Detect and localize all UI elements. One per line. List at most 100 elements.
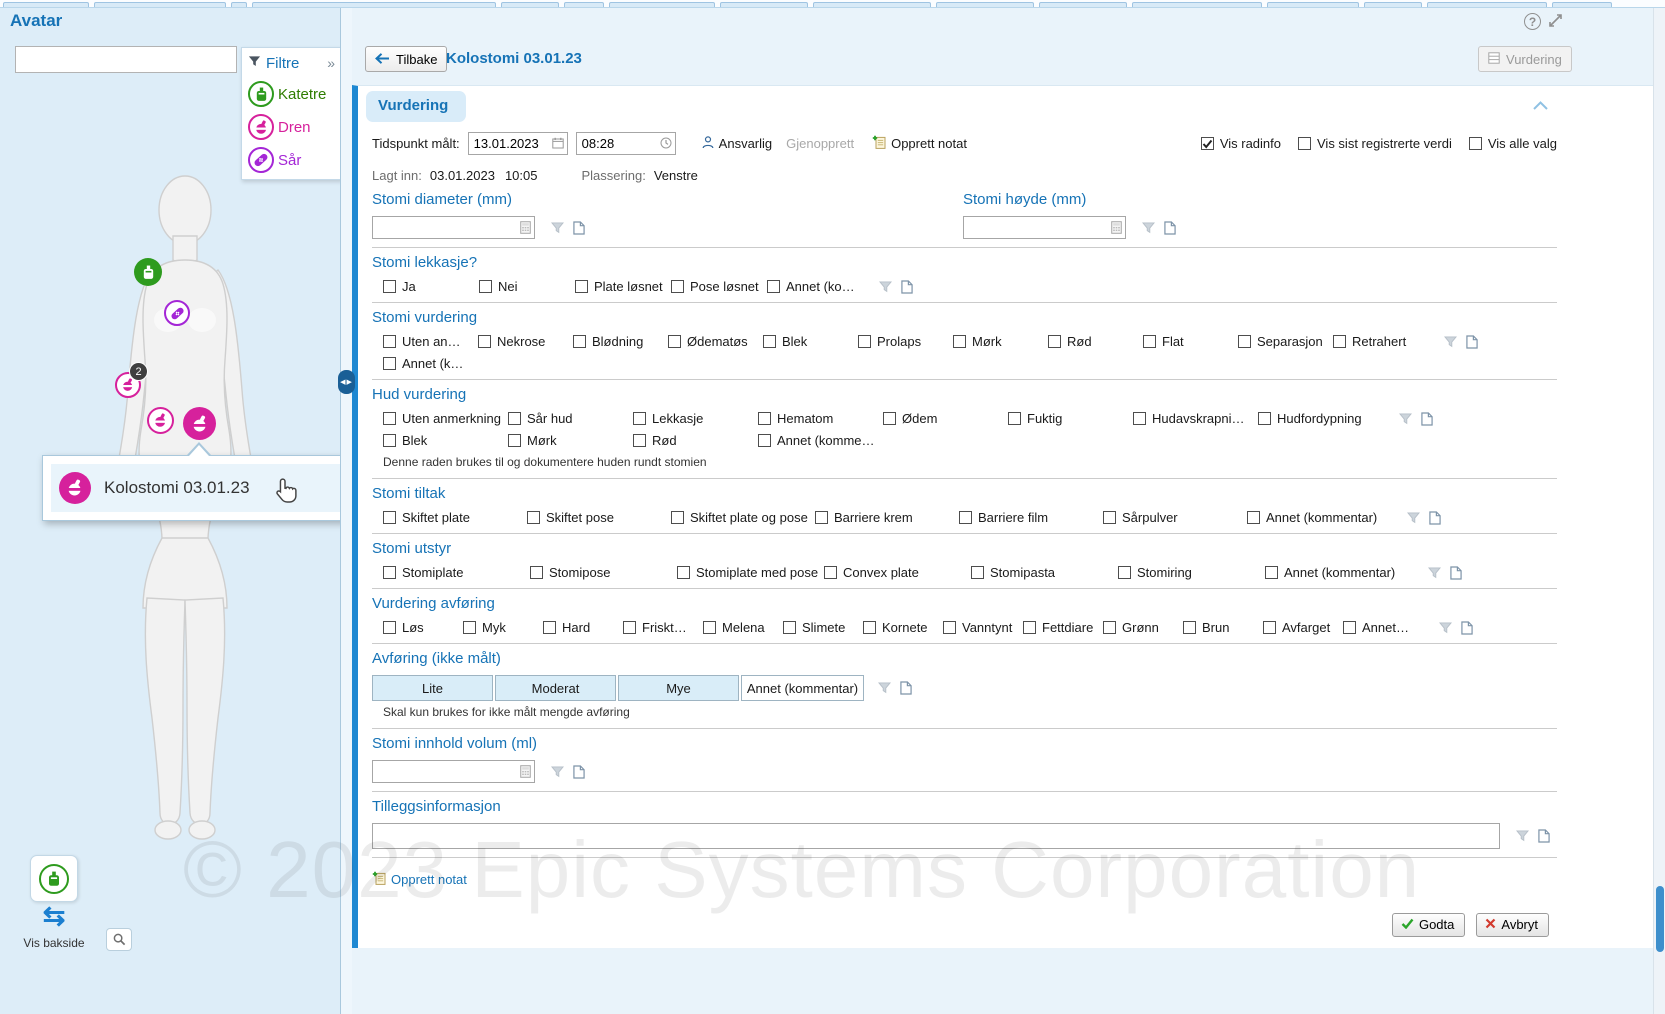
scrollbar-thumb[interactable] — [1656, 886, 1664, 952]
avatar-mode-button[interactable] — [30, 855, 78, 902]
note-icon[interactable] — [1429, 511, 1441, 525]
filter-icon[interactable] — [1142, 222, 1155, 234]
checkbox-option[interactable]: Lekkasje — [633, 411, 758, 426]
zoom-button[interactable] — [106, 928, 132, 951]
back-button[interactable]: Tilbake — [365, 46, 447, 72]
expand-window-icon[interactable] — [1548, 13, 1563, 31]
filter-icon[interactable] — [878, 682, 891, 694]
checkbox-option[interactable]: Hudavskrapni… — [1133, 411, 1258, 426]
filter-item-dren[interactable]: Dren — [248, 114, 341, 140]
flip-body-icon[interactable]: ⇆ — [30, 901, 78, 931]
checkbox-option[interactable]: Myk — [463, 620, 543, 635]
checkbox-option[interactable]: Stomiring — [1118, 565, 1265, 580]
checkbox-option[interactable]: Annet (kommentar) — [1265, 565, 1412, 580]
filter-icon[interactable] — [1444, 336, 1457, 348]
hoyde-input[interactable] — [963, 216, 1126, 239]
checkbox-option[interactable]: Hematom — [758, 411, 883, 426]
checkbox-option[interactable]: Uten anmerkning — [383, 411, 508, 426]
checkbox-option[interactable]: Ja — [383, 279, 479, 294]
checkbox-option[interactable]: Hard — [543, 620, 623, 635]
checkbox-option[interactable]: Vanntynt — [943, 620, 1023, 635]
checkbox-option[interactable]: Løs — [383, 620, 463, 635]
stoma-marker-outline[interactable] — [147, 407, 174, 434]
note-icon[interactable] — [1538, 829, 1550, 843]
filter-icon[interactable] — [551, 766, 564, 778]
checkbox-option[interactable]: Kornete — [863, 620, 943, 635]
checkbox-option[interactable]: Sår hud — [508, 411, 633, 426]
checkbox-option[interactable]: Pose løsnet — [671, 279, 767, 294]
checkbox-option[interactable]: Annet (komme… — [758, 433, 883, 448]
checkbox-option[interactable]: Mørk — [953, 334, 1048, 349]
checkbox-option[interactable]: Flat — [1143, 334, 1238, 349]
cancel-button[interactable]: Avbryt — [1476, 913, 1549, 937]
note-icon[interactable] — [900, 681, 912, 695]
collapse-panel-icon[interactable] — [1532, 99, 1549, 114]
checkbox-option[interactable]: Hudfordypning — [1258, 411, 1383, 426]
checkbox-option[interactable]: Brun — [1183, 620, 1263, 635]
note-icon[interactable] — [901, 280, 913, 294]
checkbox-option[interactable]: Nekrose — [478, 334, 573, 349]
checkbox-option[interactable]: Slimete — [783, 620, 863, 635]
checkbox-option[interactable]: Blek — [763, 334, 858, 349]
filter-item-katetre[interactable]: Katetre — [248, 81, 341, 107]
vurdering-disabled-button[interactable]: Vurdering — [1478, 46, 1572, 72]
avatar-search-input[interactable] — [15, 46, 237, 73]
expand-filters-icon[interactable]: » — [327, 55, 335, 71]
ansvarlig-button[interactable]: Ansvarlig — [702, 136, 772, 152]
vis-radinfo-checkbox[interactable]: Vis radinfo — [1201, 136, 1281, 151]
filter-icon[interactable] — [1399, 413, 1412, 425]
volum-input[interactable] — [372, 760, 535, 783]
filter-icon[interactable] — [879, 281, 892, 293]
checkbox-option[interactable]: Skiftet plate — [383, 510, 527, 525]
checkbox-option[interactable]: Ødem — [883, 411, 1008, 426]
diameter-input[interactable] — [372, 216, 535, 239]
filter-icon[interactable] — [1439, 622, 1452, 634]
checkbox-option[interactable]: Uten an… — [383, 334, 478, 349]
gjenopprett-button[interactable]: Gjenopprett — [786, 136, 854, 151]
checkbox-option[interactable]: Sårpulver — [1103, 510, 1247, 525]
quick-button[interactable]: Mye — [618, 675, 739, 701]
note-icon[interactable] — [1450, 566, 1462, 580]
note-icon[interactable] — [573, 221, 585, 235]
checkbox-option[interactable]: Fuktig — [1008, 411, 1133, 426]
vertical-scrollbar[interactable] — [1653, 8, 1665, 1014]
checkbox-option[interactable]: Stomiplate — [383, 565, 530, 580]
tillegg-input[interactable] — [372, 823, 1500, 849]
checkbox-option[interactable]: Grønn — [1103, 620, 1183, 635]
filter-icon[interactable] — [1407, 512, 1420, 524]
checkbox-option[interactable]: Nei — [479, 279, 575, 294]
stoma-marker-selected[interactable] — [183, 407, 216, 440]
vis-sist-checkbox[interactable]: Vis sist registrerte verdi — [1298, 136, 1452, 151]
filter-icon[interactable] — [1428, 567, 1441, 579]
checkbox-option[interactable]: Barriere film — [959, 510, 1103, 525]
checkbox-option[interactable]: Mørk — [508, 433, 633, 448]
quick-button[interactable]: Moderat — [495, 675, 616, 701]
checkbox-option[interactable]: Ødematøs — [668, 334, 763, 349]
checkbox-option[interactable]: Blek — [383, 433, 508, 448]
checkbox-option[interactable]: Annet (k… — [383, 356, 478, 371]
splitter-handle[interactable]: ◀▶ — [338, 370, 355, 394]
checkbox-option[interactable]: Skiftet pose — [527, 510, 671, 525]
note-icon[interactable] — [1466, 335, 1478, 349]
checkbox-option[interactable]: Skiftet plate og pose — [671, 510, 815, 525]
catheter-marker[interactable] — [134, 258, 162, 286]
checkbox-option[interactable]: Annet (kommentar) — [1247, 510, 1391, 525]
filter-icon[interactable] — [1516, 830, 1529, 842]
checkbox-option[interactable]: Blødning — [573, 334, 668, 349]
checkbox-option[interactable]: Annet… — [1343, 620, 1423, 635]
help-icon[interactable]: ? — [1524, 13, 1541, 30]
quick-button[interactable]: Annet (kommentar) — [741, 675, 864, 701]
checkbox-option[interactable]: Rød — [1048, 334, 1143, 349]
note-icon[interactable] — [1461, 621, 1473, 635]
accept-button[interactable]: Godta — [1392, 913, 1465, 937]
calculator-icon[interactable] — [520, 221, 531, 237]
checkbox-option[interactable]: Avfarget — [1263, 620, 1343, 635]
checkbox-option[interactable]: Melena — [703, 620, 783, 635]
calculator-icon[interactable] — [520, 765, 531, 781]
checkbox-option[interactable]: Prolaps — [858, 334, 953, 349]
calendar-icon[interactable] — [552, 137, 564, 152]
checkbox-option[interactable]: Friskt… — [623, 620, 703, 635]
checkbox-option[interactable]: Plate løsnet — [575, 279, 671, 294]
checkbox-option[interactable]: Convex plate — [824, 565, 971, 580]
note-icon[interactable] — [573, 765, 585, 779]
